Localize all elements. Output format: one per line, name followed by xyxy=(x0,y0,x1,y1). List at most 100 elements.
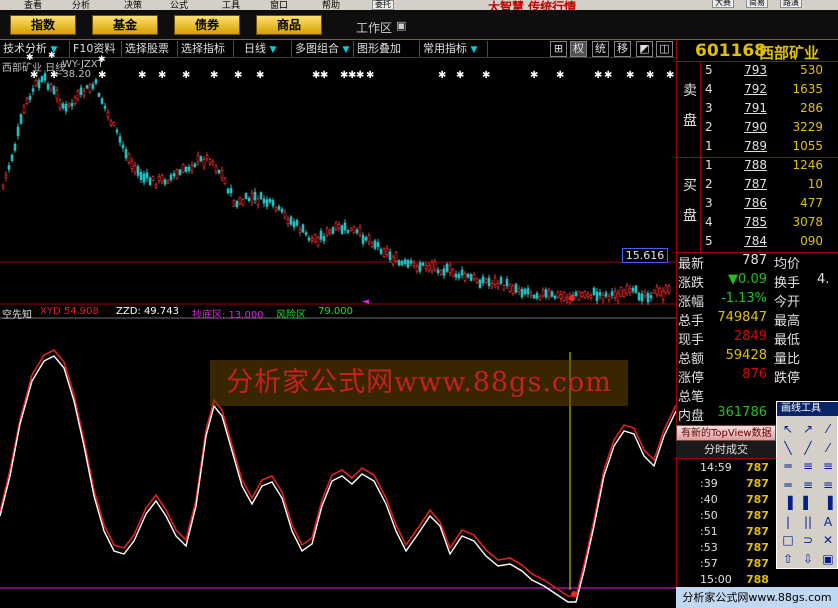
candle-body xyxy=(112,122,116,126)
draw-tool-icon[interactable]: ═ xyxy=(779,457,797,475)
tick-trades-header[interactable]: 分时成交 xyxy=(676,441,776,459)
sell-order-row[interactable]: 2 790 3229 xyxy=(677,120,838,139)
candle-body xyxy=(334,222,338,230)
toolbox-title[interactable]: 画线工具 xyxy=(777,402,838,416)
sell-order-row[interactable]: 5 793 530 xyxy=(677,63,838,82)
buy-order-row[interactable]: 5 784 090 xyxy=(677,234,838,253)
buy-order-row[interactable]: 3 786 477 xyxy=(677,196,838,215)
candle-body xyxy=(172,173,176,177)
trade-time: 15:00 xyxy=(700,573,732,586)
trade-time: :53 xyxy=(700,541,718,554)
candle-body xyxy=(52,86,56,95)
last-price-marker xyxy=(569,295,575,301)
candle-body xyxy=(85,85,89,89)
draw-tool-icon[interactable]: ⇩ xyxy=(799,550,817,568)
draw-tool-icon[interactable]: ═ xyxy=(779,476,797,494)
sell-order-row[interactable]: 4 792 1635 xyxy=(677,82,838,101)
draw-tool-icon[interactable]: ⊃ xyxy=(799,531,817,549)
candle-body xyxy=(439,270,443,275)
candle-body xyxy=(415,266,419,272)
trade-price: 787 xyxy=(746,509,769,522)
sell-order-row[interactable]: 3 791 286 xyxy=(677,101,838,120)
draw-tool-icon[interactable]: ≡ xyxy=(799,476,817,494)
draw-tool-icon[interactable]: ╱ xyxy=(799,439,817,457)
draw-tool-icon[interactable]: ⇧ xyxy=(779,550,797,568)
candle-body xyxy=(187,166,191,171)
draw-tool-icon[interactable]: ⁄ xyxy=(819,439,837,457)
draw-tool-icon[interactable]: ↖ xyxy=(779,420,797,438)
candle-body xyxy=(487,277,491,286)
order-price: 789 xyxy=(744,139,767,153)
draw-tool-icon[interactable]: ≡ xyxy=(819,457,837,475)
trade-price: 788 xyxy=(746,573,769,586)
buy-order-row[interactable]: 4 785 3078 xyxy=(677,215,838,234)
order-level: 5 xyxy=(705,234,713,248)
candle-body xyxy=(262,198,266,204)
signal-star-icon: ✱ xyxy=(356,70,364,81)
candle-body xyxy=(46,83,50,90)
candle-body xyxy=(595,291,599,301)
candle-body xyxy=(622,289,626,297)
order-price: 790 xyxy=(744,120,767,134)
candle-body xyxy=(271,200,275,207)
candle-body xyxy=(10,154,14,161)
draw-tool-icon[interactable]: ⁄ xyxy=(819,420,837,438)
watermark-banner: 分析家公式网www.88gs.com xyxy=(210,360,628,406)
candle-body xyxy=(403,259,407,265)
quote-row: 涨幅 -1.13% 今开 xyxy=(677,291,838,310)
draw-tool-icon[interactable]: ▐ xyxy=(819,494,837,512)
candle-body xyxy=(433,261,437,270)
draw-tool-icon[interactable]: ≡ xyxy=(819,476,837,494)
candle-body xyxy=(238,197,242,205)
candle-body xyxy=(373,240,377,249)
candle-body xyxy=(292,221,296,228)
draw-tool-icon[interactable]: ≡ xyxy=(799,457,817,475)
candle-body xyxy=(190,165,194,171)
draw-tool-icon[interactable]: | xyxy=(779,513,797,531)
candle-body xyxy=(463,272,467,281)
quote-row: 总手 749847 最高 xyxy=(677,310,838,329)
candle-body xyxy=(478,279,482,288)
draw-tool-icon[interactable]: ✕ xyxy=(819,531,837,549)
order-price: 787 xyxy=(744,177,767,191)
quote-value: 787 xyxy=(742,253,767,268)
quote-key: 内盘 xyxy=(678,409,705,424)
roadshow-tag[interactable]: 路演 xyxy=(780,0,802,8)
order-level: 1 xyxy=(705,139,713,153)
sell-order-row[interactable]: 1 789 1055 xyxy=(677,139,838,158)
order-volume: 1055 xyxy=(792,139,823,153)
quote-key: 总手 xyxy=(678,314,705,329)
order-price: 793 xyxy=(744,63,767,77)
candle-body xyxy=(49,84,53,90)
draw-tool-icon[interactable]: ↗ xyxy=(799,420,817,438)
topview-notice[interactable]: 有新的TopView数据 xyxy=(676,425,776,441)
draw-tool-icon[interactable]: ▣ xyxy=(819,550,837,568)
candle-body xyxy=(97,92,101,97)
simple-tag[interactable]: 简易 xyxy=(746,0,768,8)
candle-body xyxy=(601,294,605,301)
candle-body xyxy=(454,273,458,278)
order-level: 3 xyxy=(705,101,713,115)
contest-tag[interactable]: 大赛 xyxy=(712,0,734,8)
buy-order-row[interactable]: 1 788 1246 xyxy=(677,158,838,177)
trade-time: :40 xyxy=(700,493,718,506)
draw-tool-icon[interactable]: □ xyxy=(779,531,797,549)
candle-body xyxy=(250,193,254,203)
draw-tool-icon[interactable]: A xyxy=(819,513,837,531)
candle-body xyxy=(628,288,632,293)
draw-tool-icon[interactable]: ▌ xyxy=(799,494,817,512)
candle-body xyxy=(37,80,41,89)
candle-body xyxy=(79,87,83,95)
trade-price: 787 xyxy=(746,477,769,490)
candle-body xyxy=(508,284,512,292)
candle-body xyxy=(646,293,650,303)
candle-body xyxy=(343,222,347,231)
quote-row: 最新 787 均价 xyxy=(677,253,838,272)
draw-tool-icon[interactable]: ▐ xyxy=(779,494,797,512)
chart-canvas[interactable]: ✱ ✱ ✱ ✱ ✱ ✱ ✱ ✱ ✱ ✱ ✱ ✱ ✱ ✱ ✱ ✱ ✱ ✱ ✱ ✱ ✱ ✱ ✱ ✱ ✱✱ ✱ ✱ ◄ xyxy=(0,0,676,608)
buy-order-row[interactable]: 2 787 10 xyxy=(677,177,838,196)
draw-tool-icon[interactable]: ╲ xyxy=(779,439,797,457)
candle-body xyxy=(610,291,614,296)
trade-time: :51 xyxy=(700,525,718,538)
draw-tool-icon[interactable]: || xyxy=(799,513,817,531)
